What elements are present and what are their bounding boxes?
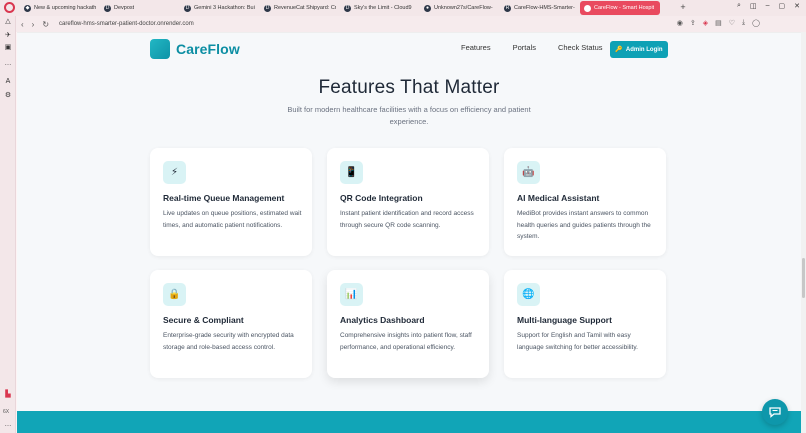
profile-icon[interactable]: ◯ (752, 19, 760, 27)
site-header: CareFlow Features Portals Check Status 🔑… (17, 33, 801, 65)
browser-tab[interactable]: R CareFlow-HMS-Smarter- (500, 1, 580, 15)
browser-tab[interactable]: D RevenueCat Shipyard: Cr (260, 1, 340, 15)
browser-tab[interactable]: D Sky's the Limit - Cloud9 (340, 1, 420, 15)
url-input[interactable]: careflow-hms-smarter-patient-doctor.onre… (59, 21, 194, 27)
section-title: Features That Matter (318, 77, 500, 98)
lock-icon: 🔒 (163, 283, 186, 306)
feature-title: Multi-language Support (517, 315, 612, 325)
more-icon[interactable]: … (4, 60, 12, 68)
render-icon: R (504, 4, 511, 12)
portals-section-band (17, 411, 801, 433)
admin-login-button[interactable]: 🔑 Admin Login (610, 41, 668, 58)
feature-title: QR Code Integration (340, 193, 423, 203)
reload-icon[interactable]: ↻ (42, 20, 49, 29)
heart-icon[interactable]: ♡ (729, 19, 735, 27)
bar-chart-icon: 📊 (340, 283, 363, 306)
nav-portals[interactable]: Portals (513, 43, 536, 52)
snapshot-icon[interactable]: ◫ (750, 2, 757, 10)
feature-card: 🤖 AI Medical Assistant MediBot provides … (504, 148, 666, 256)
careflow-logo-icon (150, 39, 170, 59)
window-controls: ⌕ ◫ – ▢ ✕ (737, 2, 800, 10)
app-icon[interactable]: A (4, 78, 12, 86)
browser-tab[interactable]: D Gemini 3 Hackathon: Bui (180, 1, 260, 15)
feature-description: Live updates on queue positions, estimat… (163, 210, 302, 229)
download-icon[interactable]: ⤓ (742, 19, 745, 27)
github-icon: ● (424, 4, 431, 12)
new-tab-icon[interactable]: + (678, 2, 688, 12)
feature-card-hovered: 📊 Analytics Dashboard Comprehensive insi… (327, 270, 489, 378)
devpost-icon: D (344, 4, 351, 12)
browser-tab-bar: ◆ New & upcoming hackath D Devpost D Gemini… (0, 0, 806, 16)
feature-title: Secure & Compliant (163, 315, 244, 325)
page-viewport: CareFlow Features Portals Check Status 🔑… (17, 32, 801, 433)
feature-description: Enterprise-grade security with encrypted… (163, 332, 294, 351)
scrollbar-thumb[interactable] (802, 258, 805, 298)
forward-icon[interactable]: › (32, 20, 35, 29)
feature-card: 🔒 Secure & Compliant Enterprise-grade se… (150, 270, 312, 378)
admin-login-label: Admin Login (625, 46, 663, 53)
key-icon: 🔑 (615, 47, 623, 53)
feature-card: 🌐 Multi-language Support Support for Eng… (504, 270, 666, 378)
section-subtitle: Built for modern healthcare facilities w… (287, 105, 531, 126)
messenger-icon[interactable]: ✈ (4, 32, 12, 40)
adblock-shield-icon[interactable]: ◈ (703, 19, 708, 27)
minimize-icon[interactable]: – (766, 2, 770, 10)
feature-title: Real-time Queue Management (163, 193, 285, 203)
address-bar-actions: ◉ ⇪ ◈ ▤ ♡ ⤓ ◯ (677, 19, 760, 27)
close-icon[interactable]: ✕ (794, 2, 800, 10)
camera-icon[interactable]: ◉ (677, 19, 683, 27)
browser-sidebar: △ ✈ ▣ … A ⚙ ▙ 6X … (0, 16, 16, 433)
feature-description: Instant patient identification and recor… (340, 210, 474, 229)
aria-icon[interactable]: △ (4, 18, 12, 26)
more-icon[interactable]: … (4, 421, 12, 429)
feature-card: 📱 QR Code Integration Instant patient id… (327, 148, 489, 256)
browser-tab[interactable]: ◆ New & upcoming hackath (20, 1, 100, 15)
feature-card: ⚡ Real-time Queue Management Live update… (150, 148, 312, 256)
devpost-icon: D (184, 4, 191, 12)
settings-icon[interactable]: ⚙ (4, 92, 12, 100)
nav-check-status[interactable]: Check Status (558, 43, 603, 52)
flag-icon[interactable]: ▙ (4, 391, 12, 399)
search-icon[interactable]: ⌕ (737, 2, 741, 10)
hackathon-icon: ◆ (24, 4, 31, 12)
page-scrollbar[interactable] (801, 32, 806, 433)
gamepad-icon[interactable]: ▣ (4, 44, 12, 52)
address-bar: ‹ › ↻ careflow-hms-smarter-patient-docto… (16, 16, 806, 32)
sidebar-label: 6X (3, 409, 10, 415)
lightning-icon: ⚡ (163, 161, 186, 184)
browser-tab-active[interactable]: CareFlow - Smart Hospit (580, 1, 660, 15)
share-icon[interactable]: ⇪ (690, 19, 696, 27)
browser-tab[interactable]: D Devpost (100, 1, 180, 15)
devpost-icon: D (264, 4, 271, 12)
robot-icon: 🤖 (517, 161, 540, 184)
nav-features[interactable]: Features (461, 43, 491, 52)
browser-tab[interactable]: ● Unknown27s/CareFlow- (420, 1, 500, 15)
feature-description: Comprehensive insights into patient flow… (340, 332, 472, 351)
feature-description: Support for English and Tamil with easy … (517, 332, 638, 351)
brand[interactable]: CareFlow (150, 39, 240, 59)
back-icon[interactable]: ‹ (21, 20, 24, 29)
main-nav: Features Portals Check Status (461, 43, 625, 52)
feature-description: MediBot provides instant answers to comm… (517, 210, 651, 240)
devpost-icon: D (104, 4, 111, 12)
chatbot-button[interactable] (762, 399, 788, 425)
brand-name: CareFlow (176, 41, 240, 57)
maximize-icon[interactable]: ▢ (779, 2, 786, 10)
chat-bubble-icon (769, 407, 781, 418)
globe-icon: 🌐 (517, 283, 540, 306)
feature-title: AI Medical Assistant (517, 193, 600, 203)
phone-icon: 📱 (340, 161, 363, 184)
feature-title: Analytics Dashboard (340, 315, 425, 325)
wallet-icon[interactable]: ▤ (715, 19, 722, 27)
navigation-buttons: ‹ › ↻ (21, 20, 49, 29)
browser-logo-icon[interactable] (4, 2, 15, 13)
tab-strip: ◆ New & upcoming hackath D Devpost D Gemini… (20, 1, 660, 15)
careflow-icon (584, 4, 591, 12)
